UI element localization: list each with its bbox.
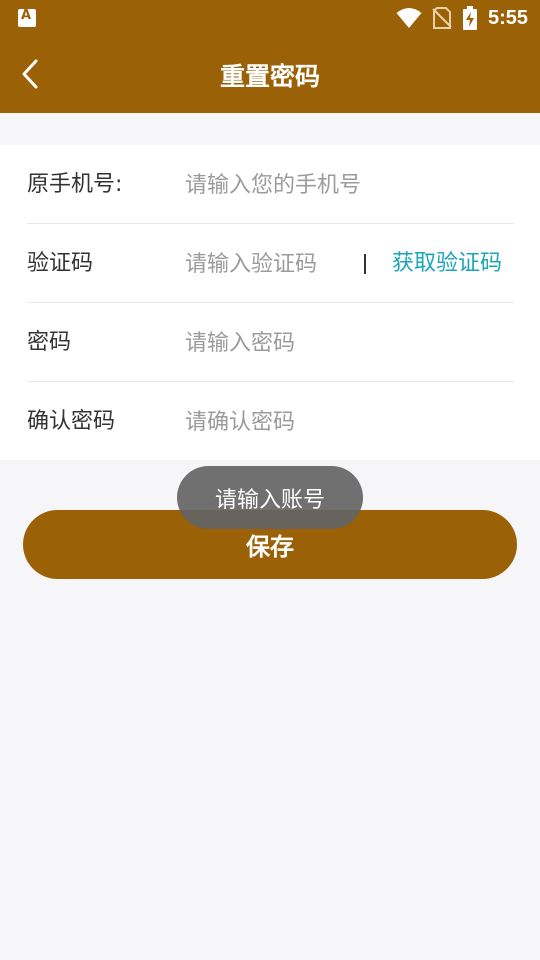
app-icon-letter: A: [21, 8, 32, 23]
confirm-password-label: 确认密码: [27, 409, 116, 434]
password-row: 密码: [27, 303, 514, 382]
status-bar: A 5:55: [0, 0, 540, 36]
back-button[interactable]: [14, 56, 50, 92]
code-input[interactable]: [185, 244, 355, 284]
code-label: 验证码: [27, 251, 94, 276]
no-sim-icon: [432, 7, 452, 29]
status-icons: 5:55: [396, 5, 528, 31]
code-row: 验证码 获取验证码: [27, 224, 514, 303]
battery-charging-icon: [462, 6, 477, 30]
reset-form: 原手机号: 验证码 获取验证码 密码 确认密码: [0, 145, 540, 460]
text-cursor: [364, 254, 366, 274]
status-time: 5:55: [487, 6, 528, 29]
reset-password-screen: A 5:55 重置密码 原手机号: 请输入您的手机号 验证码 请输入验证码 获取…: [0, 0, 540, 960]
app-bar: 重置密码: [0, 36, 540, 113]
chevron-left-icon: [22, 59, 38, 89]
toast-message: 请输入账号: [177, 466, 363, 529]
confirm-password-input[interactable]: [185, 402, 505, 442]
get-code-button[interactable]: 获取验证码: [392, 224, 502, 303]
confirm-password-row: 确认密码: [27, 382, 514, 461]
password-input[interactable]: [185, 323, 505, 363]
a-letter-icon: A: [18, 8, 36, 27]
password-label: 密码: [27, 330, 72, 355]
phone-input[interactable]: [185, 165, 505, 205]
wifi-icon: [396, 8, 422, 28]
phone-row: 原手机号:: [27, 145, 514, 224]
phone-label: 原手机号:: [27, 172, 123, 197]
page-title: 重置密码: [219, 61, 320, 91]
